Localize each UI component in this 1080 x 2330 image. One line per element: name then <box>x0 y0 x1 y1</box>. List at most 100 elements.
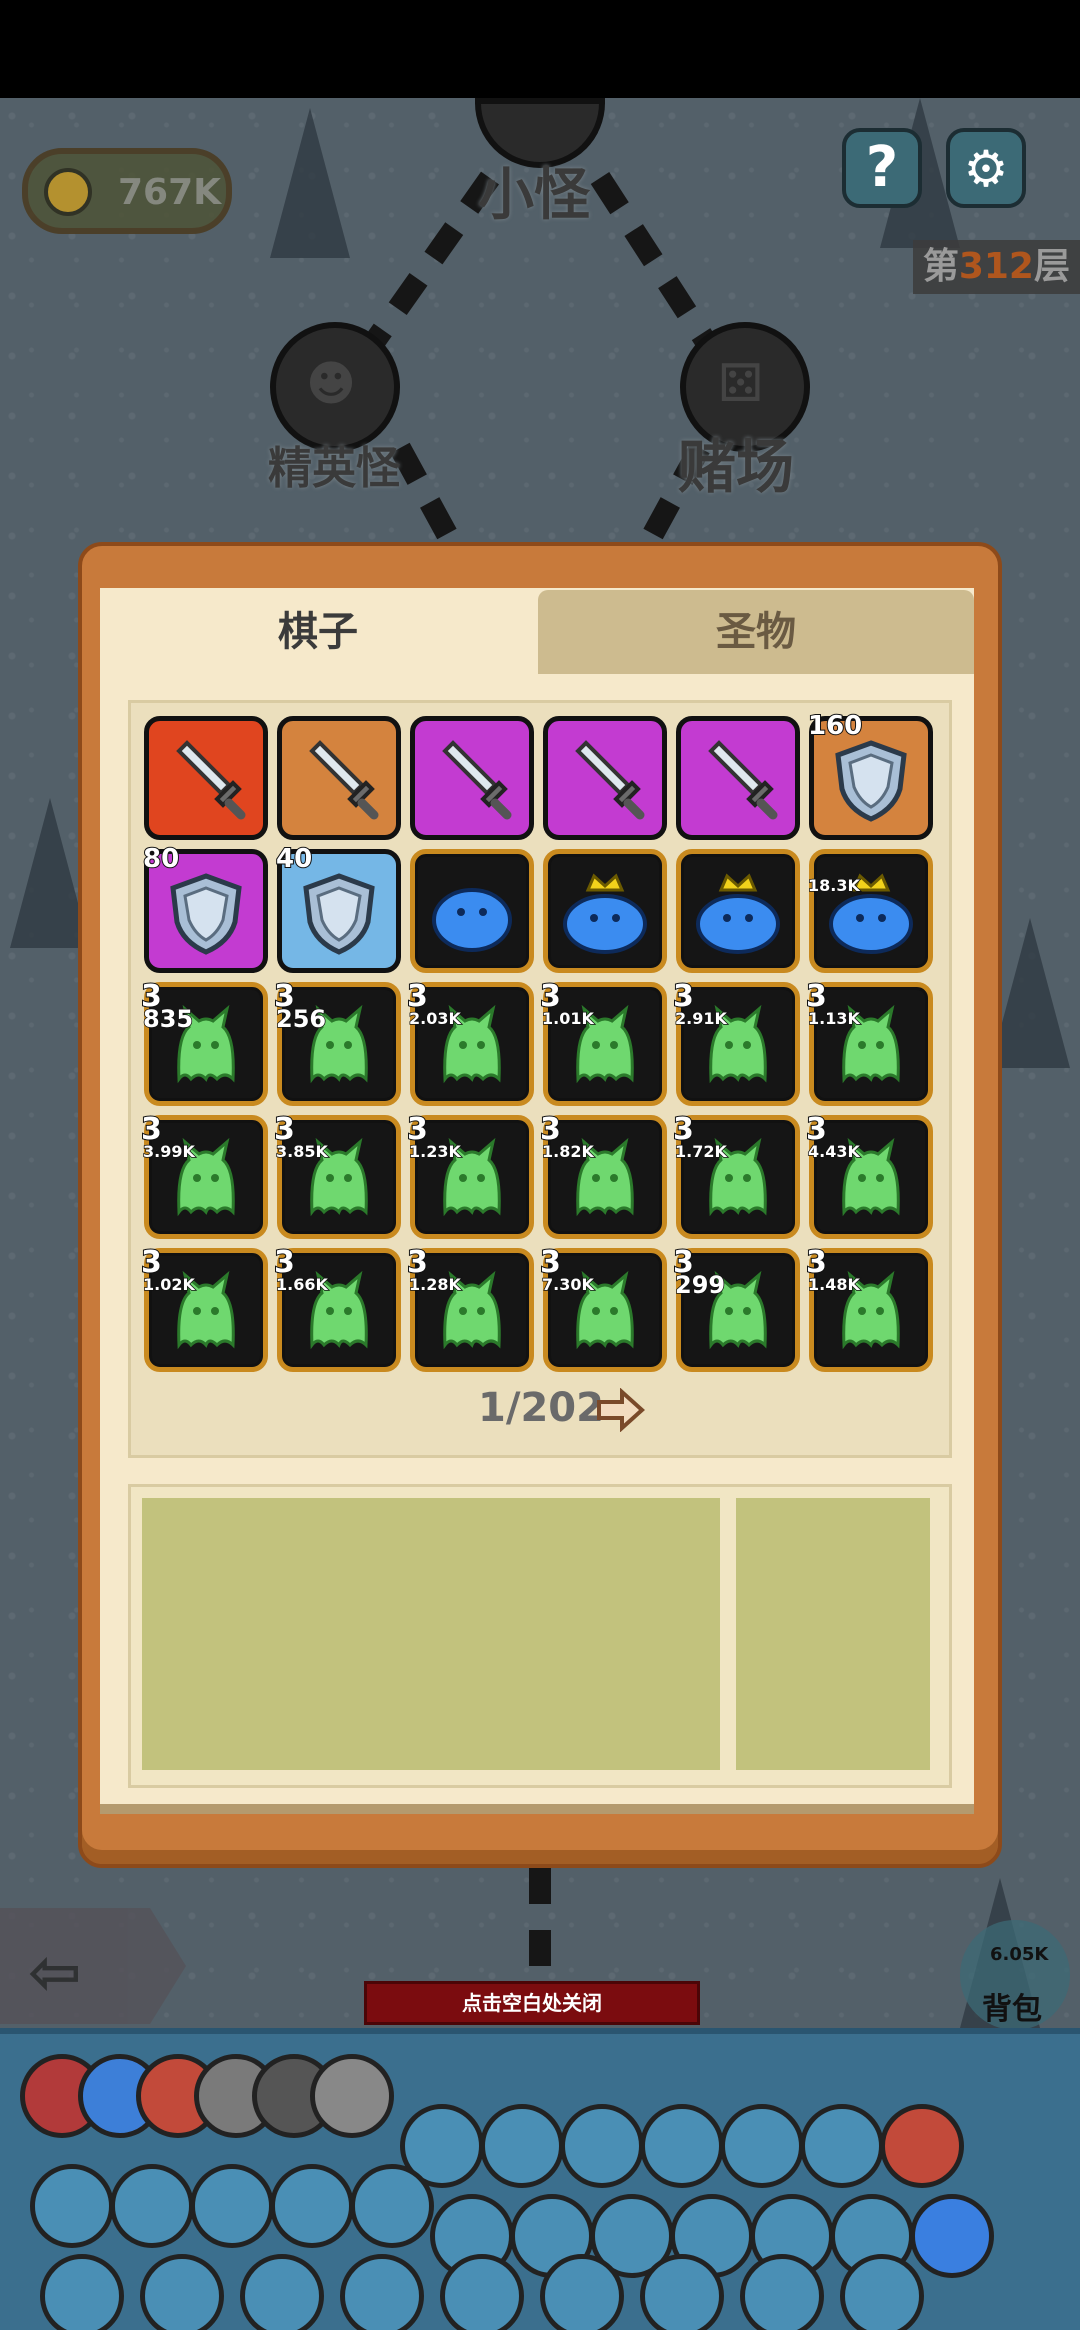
piece-ghost[interactable]: 3 1.66K <box>273 1244 401 1372</box>
hotbar-token[interactable] <box>720 2104 804 2188</box>
piece-badge: 40 <box>275 843 313 875</box>
bag-count: 6.05K <box>990 1944 1049 1965</box>
dice-icon: ⚄ <box>718 354 764 414</box>
hotbar-token[interactable] <box>740 2254 824 2330</box>
tab-pieces[interactable]: 棋子 <box>100 590 536 674</box>
piece-king-slime[interactable] <box>543 849 667 973</box>
shield-icon <box>170 873 242 955</box>
hotbar-token[interactable] <box>30 2164 114 2248</box>
piece-ghost[interactable]: 3 1.82K <box>539 1111 667 1239</box>
hotbar-token[interactable] <box>140 2254 224 2330</box>
piece-value: 1.66K <box>275 1274 328 1295</box>
piece-sword[interactable] <box>277 716 401 840</box>
close-hint[interactable]: 点击空白处关闭 <box>364 1981 700 2025</box>
hotbar-token[interactable] <box>540 2254 624 2330</box>
floor-prefix: 第 <box>922 246 959 287</box>
piece-value: 3.99K <box>142 1141 195 1162</box>
piece-value: 299 <box>674 1270 726 1300</box>
piece-king-slime[interactable]: 18.3K <box>807 849 933 973</box>
hotbar-token[interactable] <box>310 2054 394 2138</box>
piece-value: 18.3K <box>807 875 860 896</box>
piece-ghost[interactable]: 3 2.91K <box>672 978 800 1106</box>
piece-shield[interactable]: 160 <box>807 710 933 840</box>
hotbar-token[interactable] <box>440 2254 524 2330</box>
hotbar-token[interactable] <box>840 2254 924 2330</box>
map-node-minion-label: 小怪 <box>478 163 590 228</box>
piece-ghost[interactable]: 3 1.02K <box>140 1244 268 1372</box>
hotbar-token[interactable] <box>340 2254 424 2330</box>
piece-value: 256 <box>275 1004 327 1034</box>
piece-ghost[interactable]: 3 299 <box>672 1244 800 1372</box>
king-slime-icon <box>563 873 647 954</box>
piece-value: 1.23K <box>408 1141 461 1162</box>
piece-ghost[interactable]: 3 835 <box>140 978 268 1106</box>
hotbar-token[interactable] <box>240 2254 324 2330</box>
piece-sword[interactable] <box>410 716 534 840</box>
floor-indicator: 第312层 <box>912 240 1080 294</box>
hotbar-token[interactable] <box>800 2104 884 2188</box>
settings-button[interactable]: ⚙ <box>946 128 1026 208</box>
piece-value: 7.30K <box>541 1274 594 1295</box>
hotbar-token[interactable] <box>190 2164 274 2248</box>
piece-value: 1.02K <box>142 1274 195 1295</box>
back-button[interactable]: ⇦ <box>0 1908 186 2024</box>
help-button[interactable]: ? <box>842 128 922 208</box>
piece-sword[interactable] <box>144 716 268 840</box>
piece-value: 2.91K <box>674 1008 727 1029</box>
piece-ghost[interactable]: 3 2.03K <box>406 978 534 1106</box>
tab-relics[interactable]: 圣物 <box>538 590 974 674</box>
floor-number: 312 <box>958 246 1034 287</box>
piece-ghost[interactable]: 3 1.23K <box>406 1111 534 1239</box>
piece-stats-box <box>736 1498 930 1770</box>
floor-suffix: 层 <box>1033 246 1070 287</box>
piece-value: 835 <box>142 1004 194 1034</box>
piece-ghost[interactable]: 3 1.01K <box>539 978 667 1106</box>
piece-shield[interactable]: 40 <box>275 843 401 973</box>
status-bar <box>0 0 1080 98</box>
piece-value: 1.72K <box>674 1141 727 1162</box>
piece-value: 4.43K <box>807 1141 860 1162</box>
hotbar-token[interactable] <box>270 2164 354 2248</box>
page-indicator: 1/202 <box>478 1385 604 1431</box>
sword-icon <box>176 740 246 820</box>
slime-icon <box>432 888 512 952</box>
piece-value: 1.28K <box>408 1274 461 1295</box>
piece-sword[interactable] <box>676 716 800 840</box>
piece-ghost[interactable]: 3 1.13K <box>805 978 933 1106</box>
bag-label: 背包 <box>982 1992 1042 2027</box>
king-slime-icon <box>696 873 780 954</box>
piece-value: 1.01K <box>541 1008 594 1029</box>
piece-badge: 80 <box>142 843 180 875</box>
hotbar-token[interactable] <box>640 2254 724 2330</box>
sword-icon <box>575 740 645 820</box>
map-node-casino-label: 赌场 <box>678 433 795 501</box>
piece-king-slime[interactable] <box>676 849 800 973</box>
arrow-left-icon: ⇦ <box>28 1936 82 2010</box>
piece-slime[interactable] <box>410 849 534 973</box>
piece-ghost[interactable]: 3 1.72K <box>672 1111 800 1239</box>
hotbar-token[interactable] <box>910 2194 994 2278</box>
piece-ghost[interactable]: 3 7.30K <box>539 1244 667 1372</box>
hotbar-token[interactable] <box>880 2104 964 2188</box>
piece-ghost[interactable]: 3 1.28K <box>406 1244 534 1372</box>
piece-value: 2.03K <box>408 1008 461 1029</box>
sword-icon <box>442 740 512 820</box>
piece-ghost[interactable]: 3 3.85K <box>273 1111 401 1239</box>
hotbar-token[interactable] <box>350 2164 434 2248</box>
hotbar-token[interactable] <box>560 2104 644 2188</box>
next-page-arrow-icon[interactable] <box>596 1388 646 1432</box>
hotbar-token[interactable] <box>40 2254 124 2330</box>
piece-ghost[interactable]: 3 4.43K <box>805 1111 933 1239</box>
hotbar-token[interactable] <box>480 2104 564 2188</box>
piece-shield[interactable]: 80 <box>142 843 268 973</box>
shield-icon <box>303 873 375 955</box>
sword-icon <box>309 740 379 820</box>
coin-amount: 767K <box>118 172 222 213</box>
piece-ghost[interactable]: 3 3.99K <box>140 1111 268 1239</box>
piece-ghost[interactable]: 3 256 <box>273 978 401 1106</box>
piece-sword[interactable] <box>543 716 667 840</box>
hotbar-token[interactable] <box>110 2164 194 2248</box>
coin-icon <box>44 168 92 216</box>
hotbar-token[interactable] <box>640 2104 724 2188</box>
piece-ghost[interactable]: 3 1.48K <box>805 1244 933 1372</box>
